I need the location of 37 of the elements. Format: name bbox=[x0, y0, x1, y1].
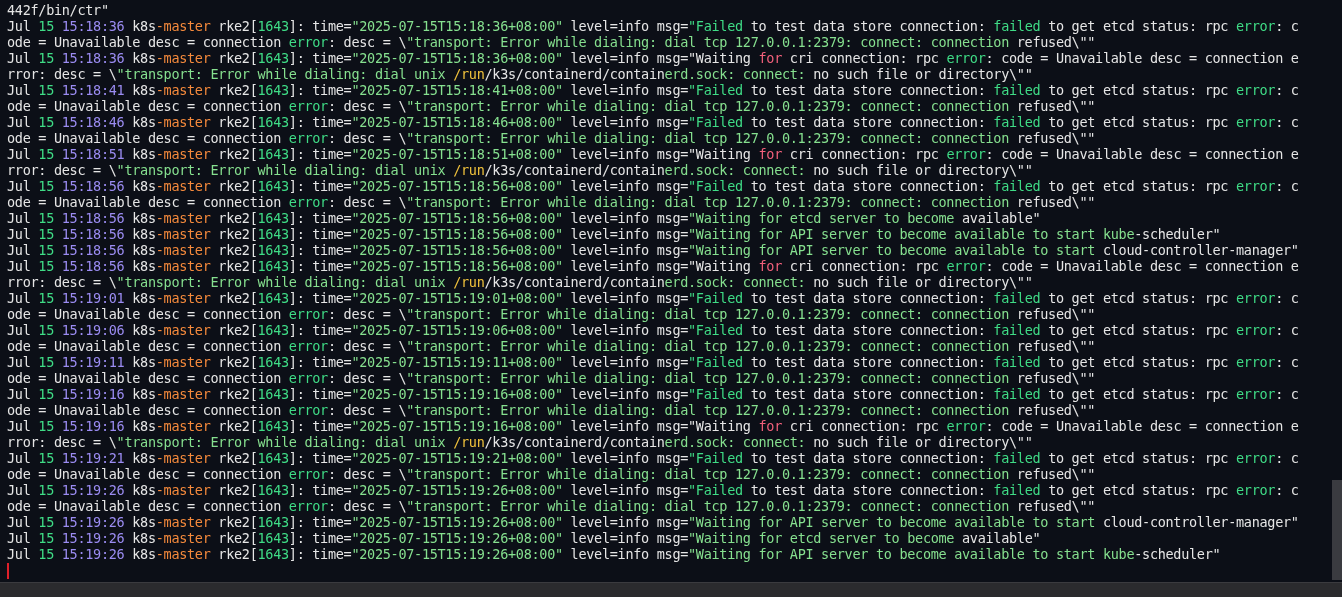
log-line: rror: desc = \"transport: Error while dialing: dial unix /run/k3s/containerd/containerd.sock: connect: no such file or directory\"" bbox=[7, 66, 1033, 82]
log-line: ode = Unavailable desc = connection error: desc = \"transport: Error while dialing: dial tcp 127.0.0.1:2379: connect: connection refused\"" bbox=[7, 370, 1096, 386]
log-line: Jul 15 15:19:16 k8s-master rke2[1643]: time="2025-07-15T15:19:16+08:00" level=info msg="Failed to test data store connection: failed to get etcd status: rpc error: c bbox=[7, 386, 1299, 402]
log-line: ode = Unavailable desc = connection error: desc = \"transport: Error while dialing: dial tcp 127.0.0.1:2379: connect: connection refused\"" bbox=[7, 498, 1096, 514]
log-line: ode = Unavailable desc = connection error: desc = \"transport: Error while dialing: dial tcp 127.0.0.1:2379: connect: connection refused\"" bbox=[7, 34, 1096, 50]
log-line: ode = Unavailable desc = connection error: desc = \"transport: Error while dialing: dial tcp 127.0.0.1:2379: connect: connection refused\"" bbox=[7, 194, 1096, 210]
log-line: Jul 15 15:18:46 k8s-master rke2[1643]: time="2025-07-15T15:18:46+08:00" level=info msg="Failed to test data store connection: failed to get etcd status: rpc error: c bbox=[7, 114, 1299, 130]
log-line: Jul 15 15:18:56 k8s-master rke2[1643]: time="2025-07-15T15:18:56+08:00" level=info msg="Failed to test data store connection: failed to get etcd status: rpc error: c bbox=[7, 178, 1299, 194]
log-line: Jul 15 15:19:16 k8s-master rke2[1643]: time="2025-07-15T15:19:16+08:00" level=info msg="Waiting for cri connection: rpc error: code = Unavailable desc = connection e bbox=[7, 418, 1299, 434]
log-line: rror: desc = \"transport: Error while dialing: dial unix /run/k3s/containerd/containerd.sock: connect: no such file or directory\"" bbox=[7, 162, 1033, 178]
log-line: Jul 15 15:19:26 k8s-master rke2[1643]: time="2025-07-15T15:19:26+08:00" level=info msg="Failed to test data store connection: failed to get etcd status: rpc error: c bbox=[7, 482, 1299, 498]
log-line: Jul 15 15:19:26 k8s-master rke2[1643]: time="2025-07-15T15:19:26+08:00" level=info msg="Waiting for API server to become available to start cloud-controller-manager" bbox=[7, 514, 1299, 530]
log-line: Jul 15 15:19:26 k8s-master rke2[1643]: time="2025-07-15T15:19:26+08:00" level=info msg="Waiting for API server to become available to start kube-scheduler" bbox=[7, 546, 1221, 562]
log-line: ode = Unavailable desc = connection error: desc = \"transport: Error while dialing: dial tcp 127.0.0.1:2379: connect: connection refused\"" bbox=[7, 306, 1096, 322]
log-line: 442f/bin/ctr" bbox=[7, 2, 109, 18]
text-cursor bbox=[7, 563, 9, 579]
log-line: Jul 15 15:18:36 k8s-master rke2[1643]: time="2025-07-15T15:18:36+08:00" level=info msg="Failed to test data store connection: failed to get etcd status: rpc error: c bbox=[7, 18, 1299, 34]
log-line: Jul 15 15:18:36 k8s-master rke2[1643]: time="2025-07-15T15:18:36+08:00" level=info msg="Waiting for cri connection: rpc error: code = Unavailable desc = connection e bbox=[7, 50, 1299, 66]
log-line: Jul 15 15:18:56 k8s-master rke2[1643]: time="2025-07-15T15:18:56+08:00" level=info msg="Waiting for API server to become available to start cloud-controller-manager" bbox=[7, 242, 1299, 258]
log-line: ode = Unavailable desc = connection error: desc = \"transport: Error while dialing: dial tcp 127.0.0.1:2379: connect: connection refused\"" bbox=[7, 402, 1096, 418]
log-line: Jul 15 15:18:56 k8s-master rke2[1643]: time="2025-07-15T15:18:56+08:00" level=info msg="Waiting for etcd server to become available" bbox=[7, 210, 1041, 226]
log-line: Jul 15 15:19:21 k8s-master rke2[1643]: time="2025-07-15T15:19:21+08:00" level=info msg="Failed to test data store connection: failed to get etcd status: rpc error: c bbox=[7, 450, 1299, 466]
log-line: Jul 15 15:18:56 k8s-master rke2[1643]: time="2025-07-15T15:18:56+08:00" level=info msg="Waiting for cri connection: rpc error: code = Unavailable desc = connection e bbox=[7, 258, 1299, 274]
log-line: rror: desc = \"transport: Error while dialing: dial unix /run/k3s/containerd/containerd.sock: connect: no such file or directory\"" bbox=[7, 274, 1033, 290]
log-line: ode = Unavailable desc = connection error: desc = \"transport: Error while dialing: dial tcp 127.0.0.1:2379: connect: connection refused\"" bbox=[7, 466, 1096, 482]
scrollbar-thumb[interactable] bbox=[1332, 480, 1342, 580]
log-line: rror: desc = \"transport: Error while dialing: dial unix /run/k3s/containerd/containerd.sock: connect: no such file or directory\"" bbox=[7, 434, 1033, 450]
log-line: ode = Unavailable desc = connection error: desc = \"transport: Error while dialing: dial tcp 127.0.0.1:2379: connect: connection refused\"" bbox=[7, 98, 1096, 114]
log-line: ode = Unavailable desc = connection error: desc = \"transport: Error while dialing: dial tcp 127.0.0.1:2379: connect: connection refused\"" bbox=[7, 338, 1096, 354]
log-line: Jul 15 15:19:01 k8s-master rke2[1643]: time="2025-07-15T15:19:01+08:00" level=info msg="Failed to test data store connection: failed to get etcd status: rpc error: c bbox=[7, 290, 1299, 306]
log-line: Jul 15 15:18:56 k8s-master rke2[1643]: time="2025-07-15T15:18:56+08:00" level=info msg="Waiting for API server to become available to start kube-scheduler" bbox=[7, 226, 1221, 242]
log-line: Jul 15 15:18:41 k8s-master rke2[1643]: time="2025-07-15T15:18:41+08:00" level=info msg="Failed to test data store connection: failed to get etcd status: rpc error: c bbox=[7, 82, 1299, 98]
log-line: Jul 15 15:18:51 k8s-master rke2[1643]: time="2025-07-15T15:18:51+08:00" level=info msg="Waiting for cri connection: rpc error: code = Unavailable desc = connection e bbox=[7, 146, 1299, 162]
log-line: ode = Unavailable desc = connection error: desc = \"transport: Error while dialing: dial tcp 127.0.0.1:2379: connect: connection refused\"" bbox=[7, 130, 1096, 146]
log-line: Jul 15 15:19:06 k8s-master rke2[1643]: time="2025-07-15T15:19:06+08:00" level=info msg="Failed to test data store connection: failed to get etcd status: rpc error: c bbox=[7, 322, 1299, 338]
log-line: Jul 15 15:19:26 k8s-master rke2[1643]: time="2025-07-15T15:19:26+08:00" level=info msg="Waiting for etcd server to become available" bbox=[7, 530, 1041, 546]
log-line: Jul 15 15:19:11 k8s-master rke2[1643]: time="2025-07-15T15:19:11+08:00" level=info msg="Failed to test data store connection: failed to get etcd status: rpc error: c bbox=[7, 354, 1299, 370]
